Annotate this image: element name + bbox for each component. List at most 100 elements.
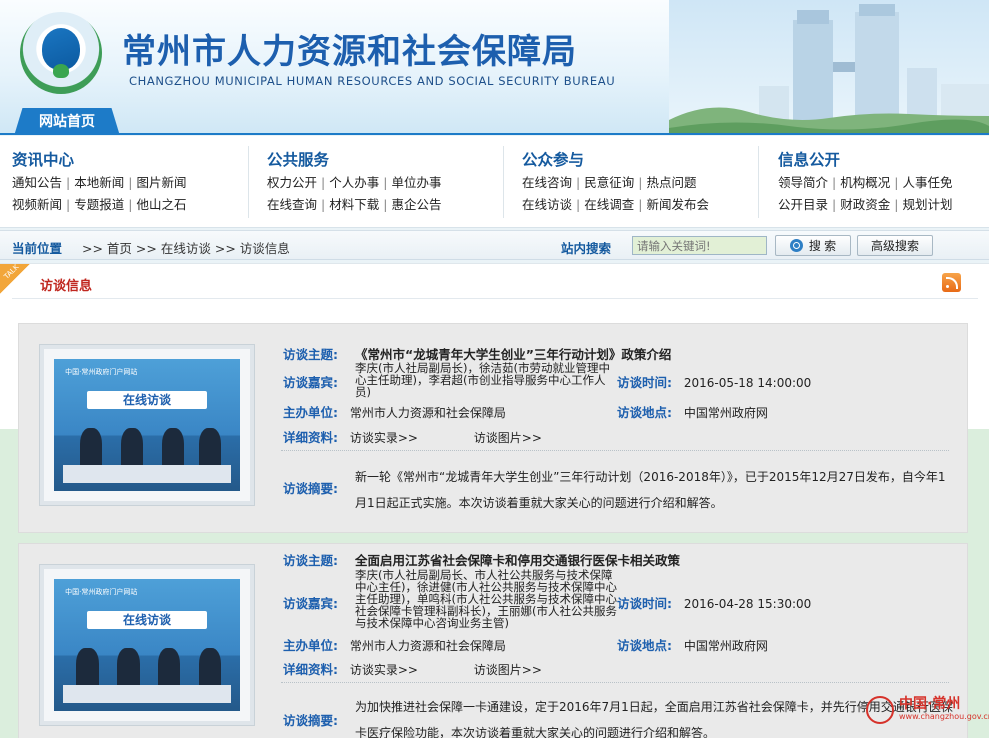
- guests-label: 访谈嘉宾:: [283, 375, 338, 390]
- talk-corner-tag: TALK: [0, 263, 30, 294]
- nav-link-other-cities[interactable]: 他山之石: [136, 197, 186, 212]
- bureau-logo-icon[interactable]: [20, 12, 102, 94]
- site-title: 常州市人力资源和社会保障局: [122, 32, 577, 72]
- summary-label: 访谈摘要:: [283, 713, 338, 728]
- photos-link[interactable]: 访谈图片>>: [474, 663, 542, 677]
- organizer-value: 常州市人力资源和社会保障局: [349, 639, 506, 653]
- desk: [63, 684, 231, 704]
- nav-link-online-query[interactable]: 在线查询: [267, 197, 317, 212]
- interview-card: 中国·常州政府门户网站 在线访谈 访谈主题: 《常州市“龙城青年大学生创业”三年…: [18, 323, 968, 533]
- nav-row: 通知公告 | 本地新闻 | 图片新闻: [12, 175, 187, 190]
- person-figure: [120, 427, 144, 468]
- nav-link-finance[interactable]: 财政资金: [840, 197, 890, 212]
- nav-heading-disclosure[interactable]: 信息公开: [778, 148, 989, 172]
- search-button[interactable]: 搜 索: [775, 235, 851, 256]
- interview-thumbnail[interactable]: 中国·常州政府门户网站 在线访谈: [39, 564, 255, 726]
- photos-link[interactable]: 访谈图片>>: [474, 431, 542, 445]
- breadcrumb-online-interview[interactable]: 在线访谈: [161, 241, 211, 256]
- nav-link-catalog[interactable]: 公开目录: [778, 197, 828, 212]
- breadcrumb-interview-info[interactable]: 访谈信息: [240, 241, 290, 256]
- time-label: 访谈时间:: [617, 596, 672, 611]
- nav-link-photo-news[interactable]: 图片新闻: [136, 175, 186, 190]
- nav-row: 在线访谈 | 在线调查 | 新闻发布会: [522, 197, 709, 212]
- search-input[interactable]: [632, 236, 767, 255]
- transcript-link[interactable]: 访谈实录>>: [350, 431, 418, 445]
- guests-row: 访谈嘉宾:: [283, 593, 338, 612]
- desk: [63, 464, 231, 484]
- details-row: 详细资料: 访谈实录>> 访谈图片>>: [283, 659, 542, 678]
- organizer-row: 主办单位: 常州市人力资源和社会保障局: [283, 402, 506, 421]
- details-label: 详细资料:: [283, 430, 338, 445]
- nav-heading-participation[interactable]: 公众参与: [522, 148, 752, 172]
- watermark-text: 中国·常州: [899, 696, 961, 712]
- nav-link-appointments[interactable]: 人事任免: [902, 175, 952, 190]
- nav-heading-public-service[interactable]: 公共服务: [267, 148, 497, 172]
- nav-link-power-disclosure[interactable]: 权力公开: [267, 175, 317, 190]
- nav-link-video-news[interactable]: 视频新闻: [12, 197, 62, 212]
- nav-link-online-survey[interactable]: 在线调查: [584, 197, 634, 212]
- home-tab[interactable]: 网站首页: [14, 108, 120, 135]
- card-divider: [281, 450, 949, 451]
- advanced-search-button[interactable]: 高级搜索: [857, 235, 933, 256]
- time-value: 2016-04-28 15:30:00: [683, 597, 812, 611]
- summary-row: 访谈摘要:: [283, 478, 338, 497]
- guests-label: 访谈嘉宾:: [283, 596, 338, 611]
- transcript-link[interactable]: 访谈实录>>: [350, 663, 418, 677]
- nav-link-unit-affairs[interactable]: 单位办事: [391, 175, 441, 190]
- nav-link-hot-issues[interactable]: 热点问题: [646, 175, 696, 190]
- nav-column-disclosure: 信息公开 领导简介 | 机构概况 | 人事任免 公开目录 | 财政资金 | 规划计划: [778, 148, 989, 216]
- nav-row: 公开目录 | 财政资金 | 规划计划: [778, 197, 953, 212]
- nav-column-participation: 公众参与 在线咨询 | 民意征询 | 热点问题 在线访谈 | 在线调查 | 新闻发布会: [522, 148, 752, 216]
- nav-link-online-interview[interactable]: 在线访谈: [522, 197, 572, 212]
- nav-link-public-opinion[interactable]: 民意征询: [584, 175, 634, 190]
- topic-row: 访谈主题: 全面启用江苏省社会保障卡和停用交通银行医保卡相关政策: [283, 550, 680, 569]
- time-row: 访谈时间: 2016-05-18 14:00:00: [617, 372, 811, 391]
- nav-divider: [503, 146, 504, 218]
- person-figure: [161, 427, 185, 468]
- nav-link-organization[interactable]: 机构概况: [840, 175, 890, 190]
- person-figure: [80, 427, 103, 468]
- topic-label: 访谈主题:: [283, 553, 338, 568]
- nav-heading-news[interactable]: 资讯中心: [12, 148, 242, 172]
- nav-link-local-news[interactable]: 本地新闻: [74, 175, 124, 190]
- nav-link-enterprise-notices[interactable]: 惠企公告: [391, 197, 441, 212]
- nav-column-news: 资讯中心 通知公告 | 本地新闻 | 图片新闻 视频新闻 | 专题报道 | 他山之石: [12, 148, 242, 216]
- interview-thumbnail[interactable]: 中国·常州政府门户网站 在线访谈: [39, 344, 255, 506]
- nav-link-downloads[interactable]: 材料下载: [329, 197, 379, 212]
- breadcrumb-home[interactable]: 首页: [107, 241, 132, 256]
- nav-link-notices[interactable]: 通知公告: [12, 175, 62, 190]
- place-label: 访谈地点:: [617, 638, 672, 653]
- topic-label: 访谈主题:: [283, 347, 338, 362]
- time-row: 访谈时间: 2016-04-28 15:30:00: [617, 593, 811, 612]
- person-figure: [199, 427, 222, 468]
- nav-column-public-service: 公共服务 权力公开 | 个人办事 | 单位办事 在线查询 | 材料下载 | 惠企公告: [267, 148, 497, 216]
- nav-link-special-reports[interactable]: 专题报道: [74, 197, 124, 212]
- person-figure: [117, 647, 140, 688]
- location-label: 当前位置: [12, 241, 63, 256]
- nav-link-press-conference[interactable]: 新闻发布会: [646, 197, 709, 212]
- nav-link-online-consult[interactable]: 在线咨询: [522, 175, 572, 190]
- nav-divider: [758, 146, 759, 218]
- site-header: 常州市人力资源和社会保障局 CHANGZHOU MUNICIPAL HUMAN …: [0, 0, 989, 135]
- interview-card: 中国·常州政府门户网站 在线访谈 访谈主题: 全面启用江苏省社会保障卡和停用交通…: [18, 543, 968, 738]
- nav-link-plans[interactable]: 规划计划: [902, 197, 952, 212]
- summary-label: 访谈摘要:: [283, 481, 338, 496]
- person-figure: [158, 647, 181, 688]
- person-figure: [76, 647, 99, 688]
- nav-divider: [248, 146, 249, 218]
- nav-link-leaders[interactable]: 领导简介: [778, 175, 828, 190]
- search-button-label: 搜 索: [808, 239, 837, 253]
- thumbnail-caption: 中国·常州政府门户网站: [65, 367, 138, 376]
- place-label: 访谈地点:: [617, 405, 672, 420]
- topic-link[interactable]: 全面启用江苏省社会保障卡和停用交通银行医保卡相关政策: [355, 550, 680, 569]
- section-title: 访谈信息: [40, 279, 93, 294]
- guests-row: 访谈嘉宾:: [283, 372, 338, 391]
- nav-row: 在线查询 | 材料下载 | 惠企公告: [267, 197, 442, 212]
- rss-icon[interactable]: [942, 273, 961, 292]
- summary-text: 新一轮《常州市“龙城青年大学生创业”三年行动计划（2016-2018年）》，已于…: [355, 470, 946, 510]
- nav-row: 权力公开 | 个人办事 | 单位办事: [267, 175, 442, 190]
- nav-row: 在线咨询 | 民意征询 | 热点问题: [522, 175, 697, 190]
- header-divider: [0, 133, 989, 135]
- details-row: 详细资料: 访谈实录>> 访谈图片>>: [283, 427, 542, 446]
- nav-link-personal-affairs[interactable]: 个人办事: [329, 175, 379, 190]
